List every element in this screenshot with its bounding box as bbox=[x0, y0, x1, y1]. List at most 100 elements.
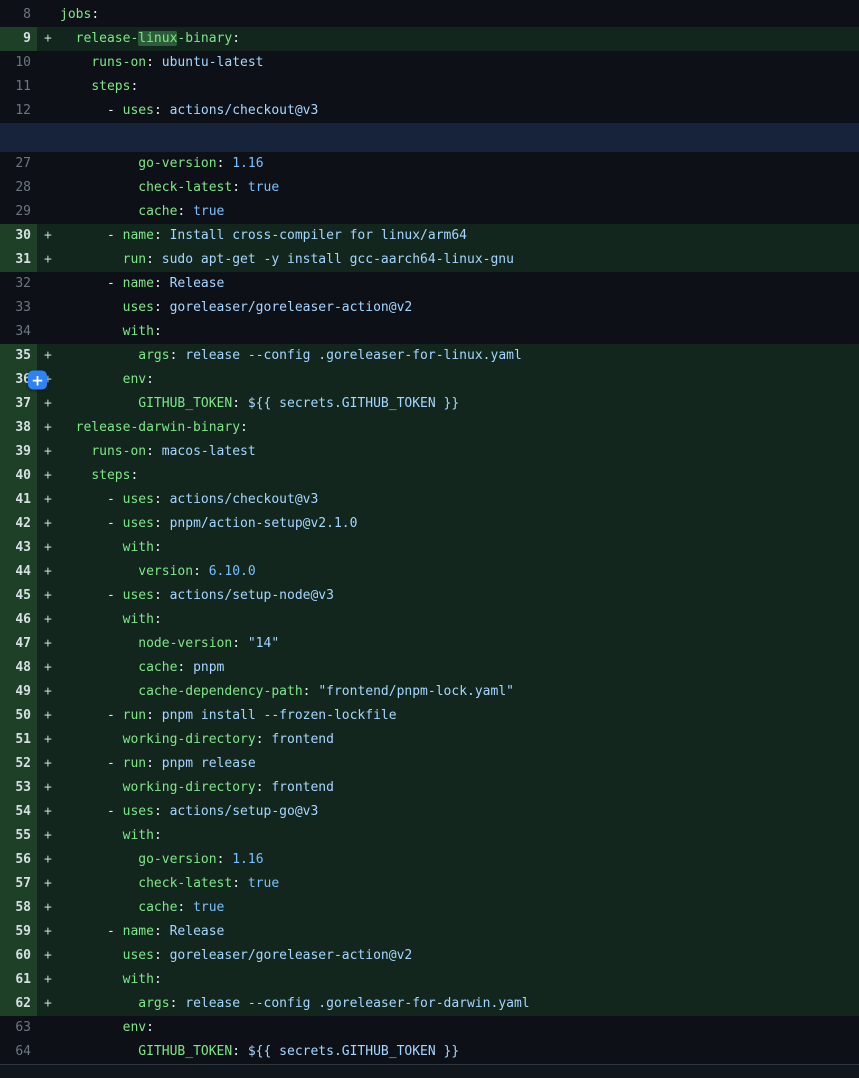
code-token: run bbox=[123, 756, 146, 771]
diff-added-marker: + bbox=[37, 728, 60, 752]
code-line: - uses: actions/setup-go@v3 bbox=[60, 800, 859, 824]
diff-marker-spacer bbox=[37, 176, 60, 200]
line-number[interactable]: 31 bbox=[0, 248, 37, 272]
line-number[interactable]: 34 bbox=[0, 320, 37, 344]
diff-added-marker: + bbox=[37, 680, 60, 704]
code-token: : bbox=[154, 588, 170, 603]
line-number[interactable]: 62 bbox=[0, 992, 37, 1016]
code-token: check-latest bbox=[138, 876, 232, 891]
code-token: frontend bbox=[271, 780, 334, 795]
diff-row: 62+ args: release --config .goreleaser-f… bbox=[0, 992, 859, 1016]
diff-added-marker: + bbox=[37, 776, 60, 800]
diff-row: 53+ working-directory: frontend bbox=[0, 776, 859, 800]
code-token: Release bbox=[170, 276, 225, 291]
code-token: env bbox=[123, 372, 146, 387]
line-number[interactable]: 61 bbox=[0, 968, 37, 992]
code-token bbox=[60, 780, 123, 795]
code-token bbox=[60, 420, 76, 435]
code-token: Release bbox=[170, 924, 225, 939]
line-number[interactable]: 30 bbox=[0, 224, 37, 248]
line-number[interactable]: 12 bbox=[0, 99, 37, 123]
line-number[interactable]: 54 bbox=[0, 800, 37, 824]
code-token: "14" bbox=[248, 636, 279, 651]
code-token: - bbox=[60, 756, 123, 771]
line-number[interactable]: 51 bbox=[0, 728, 37, 752]
line-number[interactable]: 29 bbox=[0, 200, 37, 224]
line-number[interactable]: 52 bbox=[0, 752, 37, 776]
line-number[interactable]: 60 bbox=[0, 944, 37, 968]
code-token: : bbox=[154, 948, 170, 963]
code-token: uses bbox=[123, 492, 154, 507]
line-number[interactable]: 41 bbox=[0, 488, 37, 512]
code-token bbox=[60, 564, 138, 579]
code-token: 1.16 bbox=[232, 156, 263, 171]
line-number[interactable]: 64 bbox=[0, 1040, 37, 1064]
line-number[interactable]: 46 bbox=[0, 608, 37, 632]
code-token: version bbox=[138, 564, 193, 579]
diff-row: 48+ cache: pnpm bbox=[0, 656, 859, 680]
line-number[interactable]: 8 bbox=[0, 3, 37, 27]
line-number[interactable]: 44 bbox=[0, 560, 37, 584]
code-token: true bbox=[193, 204, 224, 219]
diff-marker-spacer bbox=[37, 75, 60, 99]
line-number[interactable]: 33 bbox=[0, 296, 37, 320]
line-number[interactable]: 53 bbox=[0, 776, 37, 800]
line-number[interactable]: 38 bbox=[0, 416, 37, 440]
code-line: - run: pnpm release bbox=[60, 752, 859, 776]
diff-added-marker: + bbox=[37, 416, 60, 440]
diff-added-marker: + bbox=[37, 920, 60, 944]
line-number[interactable]: 37 bbox=[0, 392, 37, 416]
code-token bbox=[60, 1020, 123, 1035]
line-number[interactable]: 10 bbox=[0, 51, 37, 75]
code-line: steps: bbox=[60, 464, 859, 488]
line-number[interactable]: 48 bbox=[0, 656, 37, 680]
line-number[interactable]: 28 bbox=[0, 176, 37, 200]
expand-hunk-band[interactable] bbox=[0, 123, 859, 152]
code-token: true bbox=[248, 876, 279, 891]
diff-row: 60+ uses: goreleaser/goreleaser-action@v… bbox=[0, 944, 859, 968]
diff-added-marker: + bbox=[37, 344, 60, 368]
line-number[interactable]: 58 bbox=[0, 896, 37, 920]
line-number[interactable]: 42 bbox=[0, 512, 37, 536]
code-token: release-darwin-binary bbox=[76, 420, 240, 435]
code-token: : bbox=[146, 756, 162, 771]
line-number[interactable]: 43 bbox=[0, 536, 37, 560]
code-token: sudo apt-get -y install gcc-aarch64-linu… bbox=[162, 252, 514, 267]
code-line: uses: goreleaser/goreleaser-action@v2 bbox=[60, 944, 859, 968]
diff-marker-spacer bbox=[37, 99, 60, 123]
code-line: check-latest: true bbox=[60, 872, 859, 896]
code-token: working-directory bbox=[123, 780, 256, 795]
line-number[interactable]: 11 bbox=[0, 75, 37, 99]
line-number[interactable]: 47 bbox=[0, 632, 37, 656]
line-number[interactable]: 59 bbox=[0, 920, 37, 944]
line-number[interactable]: 49 bbox=[0, 680, 37, 704]
diff-added-marker: + bbox=[37, 848, 60, 872]
add-comment-button[interactable]: + bbox=[28, 371, 47, 390]
line-number[interactable]: 35 bbox=[0, 344, 37, 368]
line-number[interactable]: 40 bbox=[0, 464, 37, 488]
code-line: with: bbox=[60, 608, 859, 632]
code-token: : bbox=[146, 1020, 154, 1035]
code-line: with: bbox=[60, 824, 859, 848]
line-number[interactable]: 55 bbox=[0, 824, 37, 848]
diff-added-marker: + bbox=[37, 824, 60, 848]
line-number[interactable]: 50 bbox=[0, 704, 37, 728]
line-number[interactable]: 45 bbox=[0, 584, 37, 608]
diff-row: 34 with: bbox=[0, 320, 859, 344]
line-number[interactable]: 32 bbox=[0, 272, 37, 296]
line-number[interactable]: 57 bbox=[0, 872, 37, 896]
code-token bbox=[60, 900, 138, 915]
line-number[interactable]: 56 bbox=[0, 848, 37, 872]
diff-added-marker: + bbox=[37, 224, 60, 248]
line-number[interactable]: 27 bbox=[0, 152, 37, 176]
diff-added-marker: + bbox=[37, 248, 60, 272]
code-line: uses: goreleaser/goreleaser-action@v2 bbox=[60, 296, 859, 320]
code-token: true bbox=[193, 900, 224, 915]
code-token: : bbox=[193, 564, 209, 579]
line-number[interactable]: 9 bbox=[0, 27, 37, 51]
line-number[interactable]: 63 bbox=[0, 1016, 37, 1040]
diff-marker-spacer bbox=[37, 296, 60, 320]
code-line: release-linux-binary: bbox=[60, 27, 859, 51]
code-line: go-version: 1.16 bbox=[60, 152, 859, 176]
line-number[interactable]: 39 bbox=[0, 440, 37, 464]
